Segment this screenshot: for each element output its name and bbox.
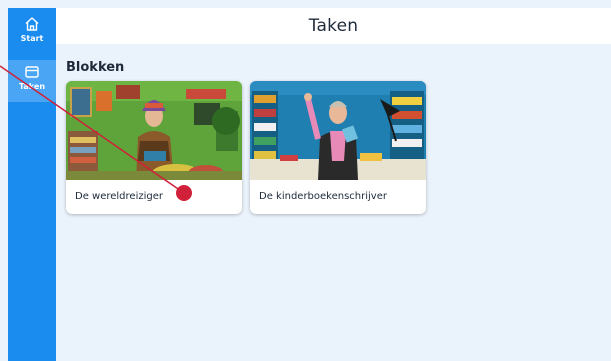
app-root: Start Taken Taken Blokken De wereldreizi… xyxy=(0,0,611,361)
sidebar: Start Taken xyxy=(8,8,56,361)
author-photo xyxy=(250,81,426,180)
section-title: Blokken xyxy=(66,60,125,75)
tasks-icon xyxy=(25,66,39,78)
sidebar-item-label: Start xyxy=(20,34,44,43)
card-wereldreiziger[interactable]: De wereldreiziger xyxy=(66,81,242,214)
traveler-photo xyxy=(66,81,242,180)
card-kinderboekenschrijver[interactable]: De kinderboekenschrijver xyxy=(250,81,426,214)
card-label: De wereldreiziger xyxy=(75,191,163,202)
page-header: Taken xyxy=(56,8,611,44)
sidebar-item-label: Taken xyxy=(18,82,46,91)
sidebar-item-taken[interactable]: Taken xyxy=(8,60,56,102)
card-label: De kinderboekenschrijver xyxy=(259,191,387,202)
sidebar-item-start[interactable]: Start xyxy=(8,12,56,52)
home-icon xyxy=(25,17,39,31)
page-title: Taken xyxy=(308,16,359,36)
